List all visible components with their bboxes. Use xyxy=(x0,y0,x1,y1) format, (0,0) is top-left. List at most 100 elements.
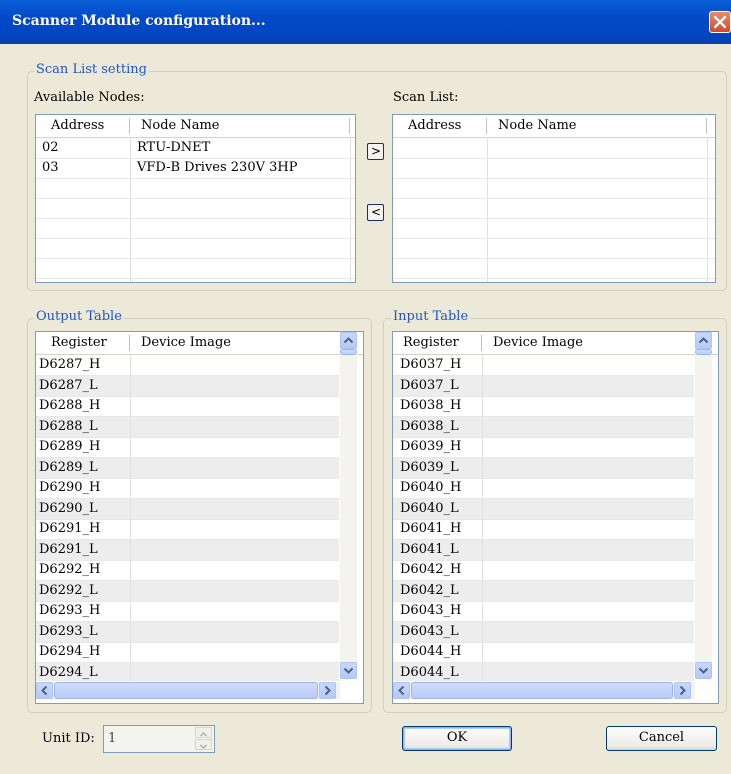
register-cell: D6292_L xyxy=(39,582,98,598)
table-row[interactable]: D6289_L xyxy=(36,457,339,479)
table-row[interactable]: D6044_H xyxy=(393,642,694,663)
scroll-thumb[interactable] xyxy=(340,349,357,355)
scroll-thumb[interactable] xyxy=(54,682,318,699)
table-row[interactable]: D6039_H xyxy=(393,437,694,458)
input-table[interactable]: Register Device Image D6037_H D6037_L D603… xyxy=(392,331,719,704)
register-cell: D6287_L xyxy=(39,377,98,393)
spin-down-button[interactable] xyxy=(195,739,212,750)
list-item[interactable] xyxy=(393,218,715,239)
register-cell: D6290_H xyxy=(39,480,101,495)
available-nodes-list[interactable]: Address Node Name 02 RTU-DNET 03 VFD-B D… xyxy=(35,114,356,283)
table-row[interactable]: D6043_L xyxy=(393,621,694,643)
list-item[interactable] xyxy=(393,138,715,159)
table-row[interactable]: D6040_L xyxy=(393,498,694,520)
scan-list-label: Scan List: xyxy=(393,90,459,105)
table-row[interactable]: D6039_L xyxy=(393,457,694,479)
column-header-address[interactable]: Address xyxy=(51,118,104,133)
table-row[interactable]: D6044_L xyxy=(393,662,694,681)
table-row[interactable]: D6291_H xyxy=(36,519,339,540)
scroll-up-icon xyxy=(698,337,709,344)
output-table[interactable]: Register Device Image D6287_H D6287_L D628… xyxy=(35,331,364,704)
scroll-up-icon xyxy=(343,337,354,344)
list-item[interactable] xyxy=(393,258,715,279)
table-row[interactable]: D6294_H xyxy=(36,642,339,663)
table-row[interactable]: D6290_L xyxy=(36,498,339,520)
scroll-right-icon xyxy=(679,685,686,696)
table-row[interactable]: D6041_H xyxy=(393,519,694,540)
scroll-thumb[interactable] xyxy=(411,682,673,699)
register-cell: D6292_H xyxy=(39,562,101,577)
input-vertical-scrollbar[interactable] xyxy=(695,332,712,679)
scroll-up-button[interactable] xyxy=(340,332,357,349)
scroll-down-button[interactable] xyxy=(695,662,712,679)
list-item[interactable] xyxy=(36,238,355,259)
table-row[interactable]: D6042_H xyxy=(393,560,694,581)
table-row[interactable]: D6288_L xyxy=(36,416,339,438)
column-header-device-image[interactable]: Device Image xyxy=(493,335,583,350)
input-table-rows: D6037_H D6037_L D6038_H D6038_L D6039_H D6039… xyxy=(393,355,694,681)
scan-list[interactable]: Address Node Name xyxy=(392,114,716,283)
remove-from-scan-list-button[interactable]: < xyxy=(367,204,384,221)
table-row[interactable]: D6037_L xyxy=(393,375,694,397)
column-header-register[interactable]: Register xyxy=(51,335,107,350)
list-item[interactable] xyxy=(393,198,715,219)
list-item[interactable] xyxy=(393,158,715,179)
column-header-register[interactable]: Register xyxy=(403,335,459,350)
table-row[interactable]: D6293_L xyxy=(36,621,339,643)
input-table-header: Register Device Image xyxy=(393,332,718,355)
list-item[interactable]: 02 RTU-DNET xyxy=(36,138,355,159)
table-row[interactable]: D6038_L xyxy=(393,416,694,438)
unit-id-spinner[interactable]: 1 xyxy=(103,725,215,753)
scroll-right-button[interactable] xyxy=(319,682,336,699)
register-cell: D6288_H xyxy=(39,398,101,413)
output-vertical-scrollbar[interactable] xyxy=(340,332,357,679)
register-cell: D6293_L xyxy=(39,623,98,639)
table-row[interactable]: D6041_L xyxy=(393,539,694,561)
register-cell: D6042_H xyxy=(400,562,462,577)
list-item[interactable] xyxy=(393,238,715,259)
table-row[interactable]: D6289_H xyxy=(36,437,339,458)
column-header-node-name[interactable]: Node Name xyxy=(498,118,577,133)
output-horizontal-scrollbar[interactable] xyxy=(36,682,340,699)
table-row[interactable]: D6292_L xyxy=(36,580,339,602)
scroll-right-button[interactable] xyxy=(674,682,691,699)
scroll-thumb[interactable] xyxy=(695,349,712,355)
table-row[interactable]: D6288_H xyxy=(36,396,339,417)
table-row[interactable]: D6287_L xyxy=(36,375,339,397)
list-item[interactable] xyxy=(393,178,715,199)
close-icon xyxy=(713,15,727,29)
close-button[interactable] xyxy=(709,11,731,33)
table-row[interactable]: D6292_H xyxy=(36,560,339,581)
column-header-address[interactable]: Address xyxy=(408,118,461,133)
table-row[interactable]: D6293_H xyxy=(36,601,339,622)
scroll-left-button[interactable] xyxy=(393,682,410,699)
scroll-left-button[interactable] xyxy=(36,682,53,699)
add-to-scan-list-button[interactable]: > xyxy=(367,143,384,160)
list-item[interactable] xyxy=(36,178,355,199)
cancel-button[interactable]: Cancel xyxy=(606,726,717,751)
scroll-up-button[interactable] xyxy=(695,332,712,349)
table-row[interactable]: D6040_H xyxy=(393,478,694,499)
ok-button[interactable]: OK xyxy=(402,726,512,751)
list-item[interactable] xyxy=(36,218,355,239)
register-cell: D6044_L xyxy=(400,664,459,680)
table-row[interactable]: D6287_H xyxy=(36,355,339,376)
spin-up-button[interactable] xyxy=(195,727,212,738)
table-row[interactable]: D6043_H xyxy=(393,601,694,622)
input-horizontal-scrollbar[interactable] xyxy=(393,682,695,699)
register-cell: D6293_H xyxy=(39,603,101,618)
column-header-device-image[interactable]: Device Image xyxy=(141,335,231,350)
list-item[interactable] xyxy=(36,198,355,219)
list-item[interactable]: 03 VFD-B Drives 230V 3HP xyxy=(36,158,355,179)
register-cell: D6044_H xyxy=(400,644,462,659)
table-row[interactable]: D6294_L xyxy=(36,662,339,681)
column-header-node-name[interactable]: Node Name xyxy=(141,118,220,133)
table-row[interactable]: D6290_H xyxy=(36,478,339,499)
list-item[interactable] xyxy=(36,258,355,279)
scroll-down-button[interactable] xyxy=(340,662,357,679)
table-row[interactable]: D6042_L xyxy=(393,580,694,602)
table-row[interactable]: D6037_H xyxy=(393,355,694,376)
table-row[interactable]: D6291_L xyxy=(36,539,339,561)
table-row[interactable]: D6038_H xyxy=(393,396,694,417)
unit-id-value[interactable]: 1 xyxy=(108,731,116,746)
